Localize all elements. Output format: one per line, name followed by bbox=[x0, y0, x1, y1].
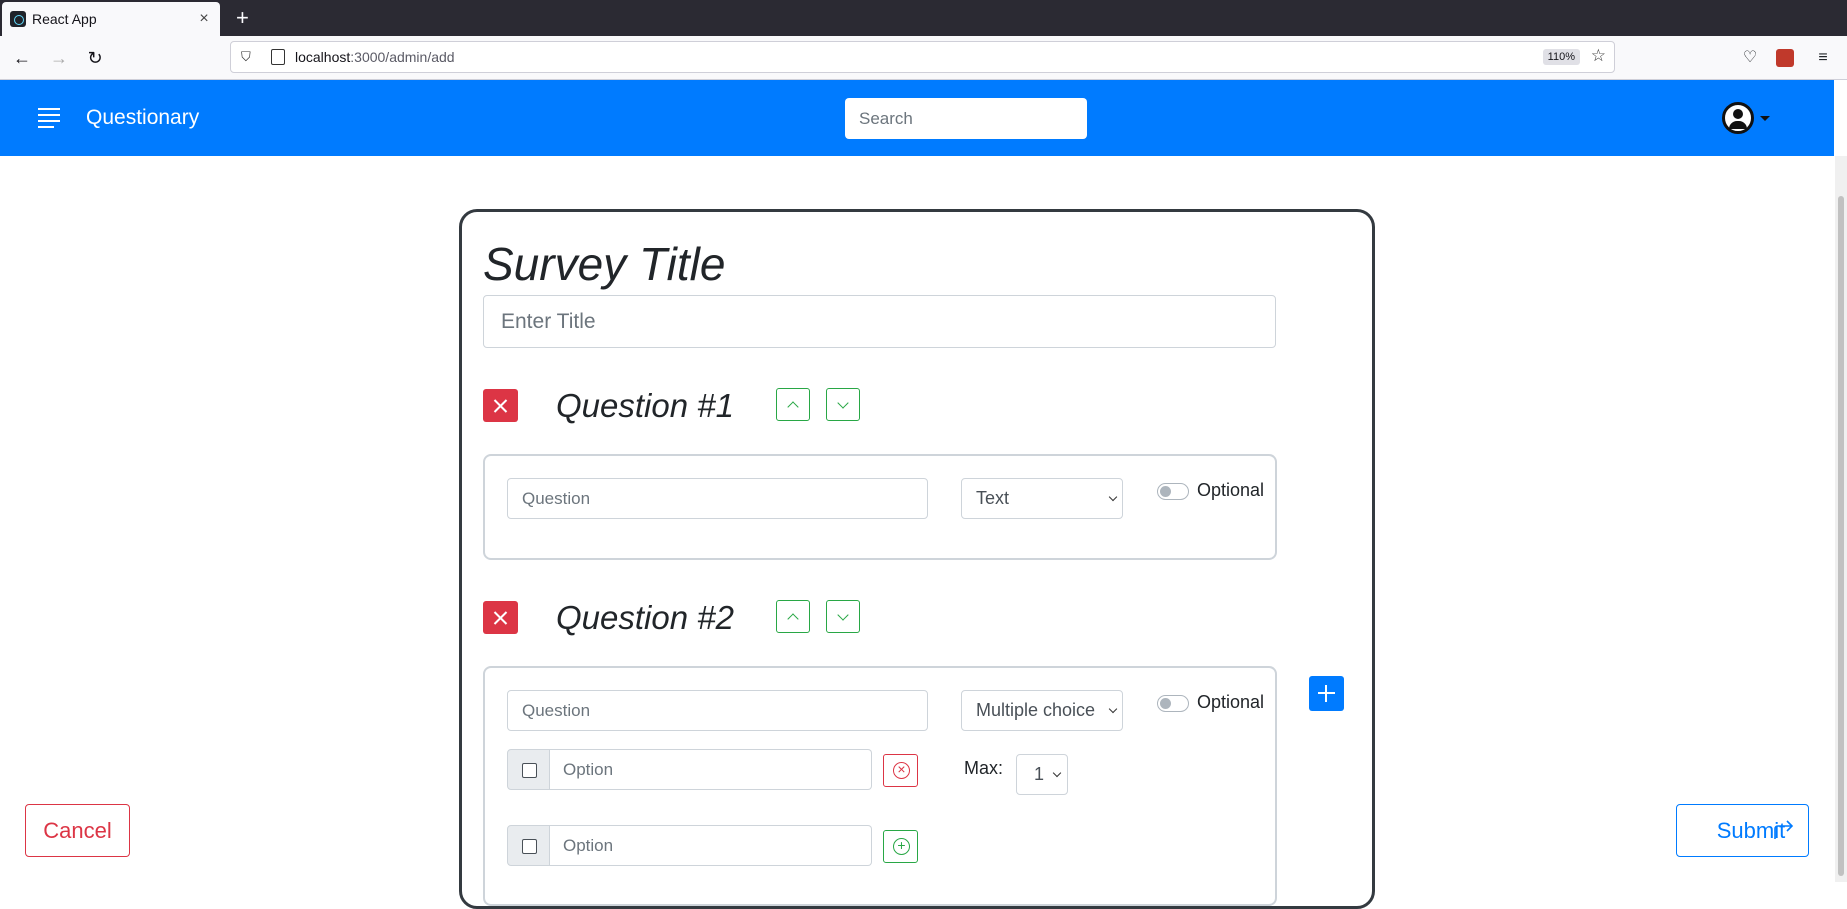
tab-title: React App bbox=[32, 11, 97, 27]
search-input[interactable] bbox=[845, 98, 1087, 139]
page-scrollbar[interactable] bbox=[1835, 156, 1847, 882]
url-path: :3000/admin/add bbox=[350, 49, 455, 65]
add-option-button[interactable] bbox=[883, 830, 918, 863]
delete-question-button[interactable] bbox=[483, 389, 518, 422]
question-type-value: Text bbox=[976, 488, 1010, 508]
checkbox-icon[interactable] bbox=[507, 825, 550, 866]
back-arrow-icon[interactable]: ← bbox=[10, 46, 34, 70]
extension-icon[interactable] bbox=[1776, 49, 1794, 67]
pocket-icon[interactable]: ♡ bbox=[1740, 48, 1760, 68]
add-question-button[interactable] bbox=[1309, 676, 1344, 711]
hamburger-menu-icon[interactable] bbox=[38, 108, 60, 128]
optional-label: Optional bbox=[1197, 480, 1265, 500]
page-icon bbox=[271, 49, 285, 65]
option-row bbox=[507, 749, 927, 790]
question-type-value: Multiple choice bbox=[976, 700, 1096, 720]
move-down-button[interactable] bbox=[826, 600, 860, 633]
user-avatar-icon[interactable] bbox=[1722, 102, 1754, 134]
option-input[interactable] bbox=[550, 825, 872, 866]
max-label: Max: bbox=[964, 758, 1004, 778]
chevron-down-icon bbox=[1108, 492, 1118, 502]
remove-option-button[interactable] bbox=[883, 754, 918, 787]
new-tab-button[interactable]: + bbox=[236, 6, 249, 30]
question-type-select[interactable]: Multiple choice bbox=[961, 690, 1123, 731]
option-input[interactable] bbox=[550, 749, 872, 790]
question-text-input[interactable] bbox=[507, 690, 928, 731]
url-host: localhost bbox=[295, 49, 351, 65]
question-2-box: Multiple choice Optional Max: 1 bbox=[483, 666, 1277, 906]
move-up-button[interactable] bbox=[776, 600, 810, 633]
optional-label: Optional bbox=[1197, 692, 1265, 712]
browser-nav-bar: ← → ↻ ⛉ localhost:3000/admin/add 110% ☆ … bbox=[0, 36, 1847, 80]
option-row bbox=[507, 825, 927, 866]
move-up-button[interactable] bbox=[776, 388, 810, 421]
reload-icon[interactable]: ↻ bbox=[83, 46, 107, 70]
zoom-indicator[interactable]: 110% bbox=[1542, 49, 1580, 65]
survey-form-card: Survey Title Question #1 Text Optional Q… bbox=[459, 209, 1375, 909]
question-text-input[interactable] bbox=[507, 478, 928, 519]
submit-button[interactable]: Submit bbox=[1676, 804, 1809, 857]
bookmark-star-icon[interactable]: ☆ bbox=[1591, 46, 1606, 66]
forward-arrow-icon[interactable]: → bbox=[47, 46, 71, 70]
brand-title[interactable]: Questionary bbox=[86, 106, 199, 130]
question-2-header: Question #2 bbox=[483, 599, 883, 636]
delete-question-button[interactable] bbox=[483, 601, 518, 634]
browser-tab-bar: React App × + bbox=[0, 0, 1847, 36]
survey-title-input[interactable] bbox=[483, 295, 1276, 348]
caret-down-icon[interactable] bbox=[1760, 116, 1770, 121]
question-title: Question #1 bbox=[556, 387, 734, 424]
max-select[interactable]: 1 bbox=[1016, 754, 1068, 795]
scrollbar-thumb[interactable] bbox=[1838, 196, 1844, 876]
react-favicon-icon bbox=[10, 11, 26, 27]
shield-icon[interactable]: ⛉ bbox=[241, 49, 257, 65]
chevron-down-icon bbox=[1052, 768, 1062, 778]
menu-icon[interactable]: ≡ bbox=[1813, 48, 1833, 68]
max-value: 1 bbox=[1034, 764, 1045, 784]
chevron-down-icon bbox=[1108, 704, 1118, 714]
move-down-button[interactable] bbox=[826, 388, 860, 421]
question-1-header: Question #1 bbox=[483, 387, 883, 424]
app-header: Questionary bbox=[0, 80, 1834, 156]
tab-close-icon[interactable]: × bbox=[196, 10, 212, 28]
checkbox-icon[interactable] bbox=[507, 749, 550, 790]
question-type-select[interactable]: Text bbox=[961, 478, 1123, 519]
cancel-button[interactable]: Cancel bbox=[25, 804, 130, 857]
question-1-box: Text Optional bbox=[483, 454, 1277, 560]
question-title: Question #2 bbox=[556, 599, 734, 636]
browser-tab[interactable]: React App × bbox=[2, 2, 220, 36]
optional-toggle[interactable] bbox=[1157, 483, 1189, 500]
optional-toggle[interactable] bbox=[1157, 695, 1189, 712]
survey-title-heading: Survey Title bbox=[483, 238, 726, 290]
share-arrow-icon bbox=[1774, 820, 1794, 839]
url-bar[interactable]: ⛉ localhost:3000/admin/add 110% ☆ bbox=[230, 41, 1615, 73]
